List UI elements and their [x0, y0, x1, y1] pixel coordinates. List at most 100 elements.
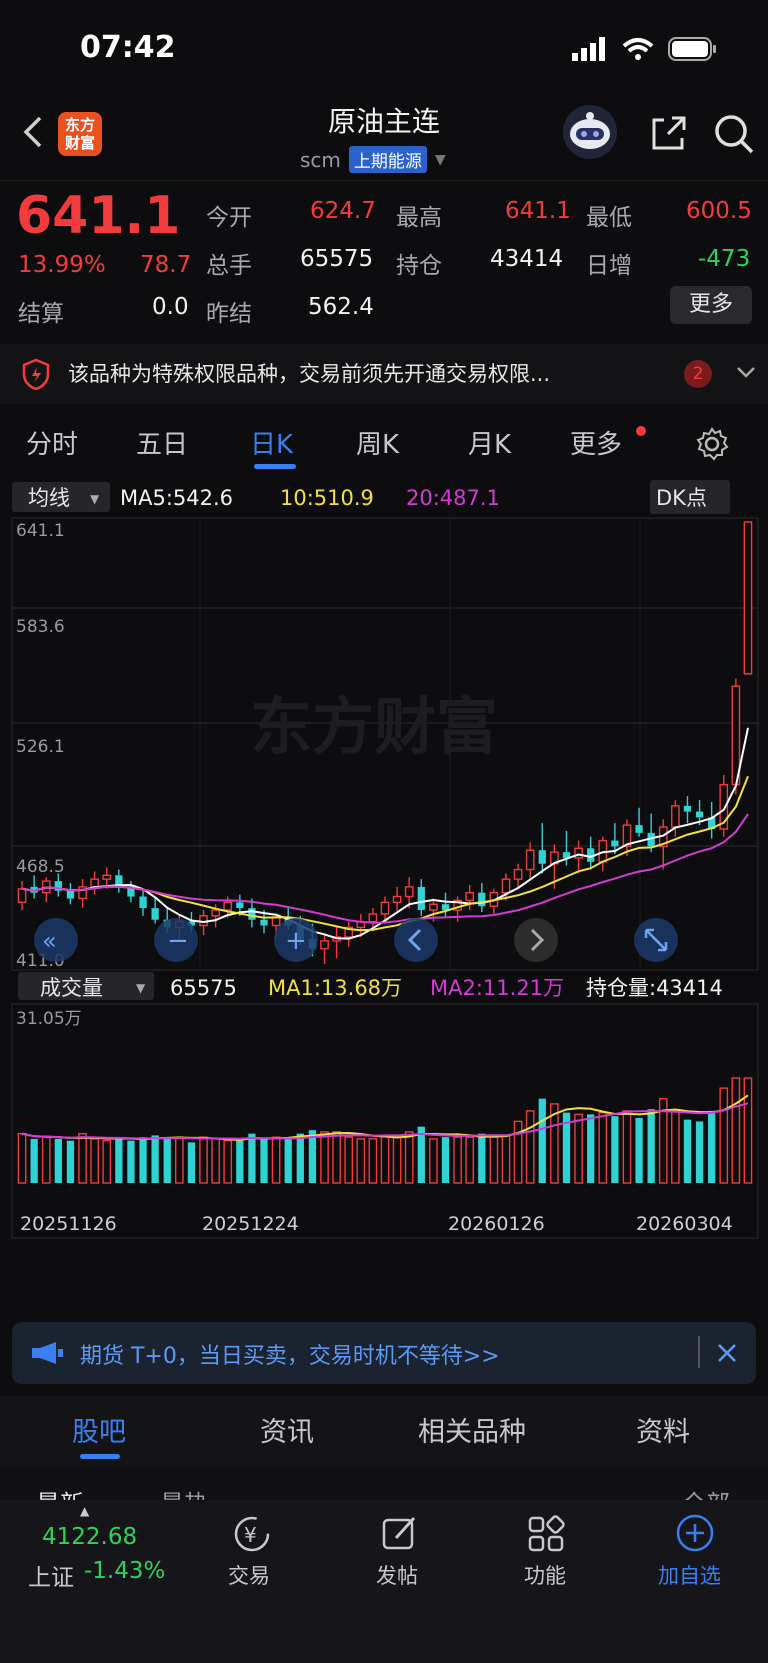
candle-body — [611, 840, 619, 847]
kline-chart[interactable]: 均线 ▼ MA5:542.6 10:510.9 20:487.1 DK点 东方财… — [0, 478, 768, 1308]
scroll-right-button[interactable] — [514, 918, 558, 962]
candle-body — [417, 886, 425, 911]
volume-bar — [574, 1113, 583, 1184]
tab-five-day[interactable]: 五日 — [136, 424, 188, 461]
candle-body — [695, 811, 704, 818]
volume-ma2-readout: MA2:11.21万 — [430, 976, 564, 1000]
dropdown-caret-icon: ▼ — [434, 151, 446, 168]
settle-value: 0.0 — [152, 294, 189, 320]
edit-post-icon[interactable] — [380, 1514, 420, 1554]
tab-news[interactable]: 资讯 — [260, 1410, 314, 1449]
scroll-left-button[interactable] — [394, 918, 438, 962]
signal-icon — [572, 37, 605, 61]
volume-bar — [236, 1140, 244, 1183]
tab-profile[interactable]: 资料 — [636, 1410, 690, 1449]
candle-body — [17, 888, 27, 904]
tab-daily-k[interactable]: 日K — [250, 424, 293, 461]
expand-caret-icon[interactable]: ▲ — [80, 1504, 89, 1518]
tab-monthly-k[interactable]: 月K — [468, 424, 511, 461]
trade-icon[interactable]: ¥ — [230, 1514, 274, 1554]
volume-bar — [115, 1138, 123, 1183]
share-icon[interactable] — [648, 114, 688, 154]
nav-functions[interactable]: 功能 — [524, 1560, 566, 1590]
tab-related[interactable]: 相关品种 — [418, 1410, 526, 1449]
volume-bar — [513, 1120, 523, 1184]
low-value: 600.5 — [686, 198, 752, 224]
tab-weekly-k[interactable]: 周K — [356, 424, 399, 461]
candle-body — [248, 908, 256, 920]
tab-intraday[interactable]: 分时 — [26, 424, 78, 461]
volume-bar — [223, 1139, 233, 1184]
volume-bar — [429, 1138, 438, 1184]
candle-body — [368, 913, 378, 923]
volume-bars-group — [17, 1077, 753, 1184]
apps-grid-icon[interactable] — [526, 1514, 566, 1554]
wifi-icon — [622, 38, 654, 60]
permission-notice[interactable]: 该品种为特殊权限品种，交易前须先开通交易权限... 2 — [0, 344, 768, 404]
tab-active-indicator — [254, 464, 296, 469]
add-watchlist-icon[interactable] — [674, 1512, 716, 1554]
price-axis-label: 468.5 — [16, 857, 65, 877]
forum-subtabs: 最新 最热 全部 — [0, 1466, 768, 1500]
oi-change-label: 日增 — [586, 253, 632, 279]
zoom-out-button[interactable]: − — [154, 918, 198, 962]
volume-bar — [17, 1132, 27, 1184]
svg-text:«: « — [42, 927, 57, 955]
volume-bar — [453, 1136, 462, 1184]
volume-bar — [441, 1137, 450, 1183]
open-label: 今开 — [206, 205, 252, 231]
price-axis-label: 641.1 — [16, 521, 65, 541]
candle-body — [223, 901, 233, 911]
subtab-all[interactable]: 全部 — [682, 1484, 730, 1500]
volume-bar — [635, 1117, 643, 1183]
zoom-in-button[interactable]: + — [274, 918, 318, 962]
scroll-left-fast-button[interactable]: « — [34, 918, 78, 962]
volume-bar — [260, 1138, 268, 1183]
ma-selector-label: 均线 — [28, 486, 70, 510]
volume-bar — [284, 1138, 292, 1183]
volume-bar — [127, 1140, 135, 1183]
nav-trade[interactable]: 交易 — [228, 1560, 270, 1590]
nav-post[interactable]: 发帖 — [376, 1560, 418, 1590]
shield-alert-icon — [22, 358, 50, 390]
candle-body — [392, 895, 402, 904]
more-button[interactable]: 更多 — [670, 286, 752, 324]
index-value[interactable]: 4122.68 — [42, 1524, 137, 1550]
tab-forum[interactable]: 股吧 — [72, 1410, 126, 1449]
candle-body — [671, 805, 680, 828]
low-label: 最低 — [586, 205, 632, 231]
volume-bar — [743, 1077, 753, 1184]
high-value: 641.1 — [505, 198, 571, 224]
volume-bar — [296, 1133, 304, 1183]
volume-bar — [271, 1136, 281, 1184]
volume-bar — [708, 1110, 716, 1183]
robot-assistant-icon[interactable] — [562, 104, 618, 160]
volume-bar — [54, 1138, 62, 1183]
info-tabs: 股吧 资讯 相关品种 资料 — [0, 1396, 768, 1466]
candle-body — [429, 903, 438, 911]
candle-body — [236, 902, 244, 909]
volume-bar — [344, 1136, 354, 1184]
subtab-hot[interactable]: 最热 — [160, 1484, 208, 1500]
volume-bar — [320, 1131, 329, 1184]
tab-more[interactable]: 更多 — [570, 424, 622, 461]
nav-add-watchlist[interactable]: 加自选 — [658, 1560, 721, 1590]
fullscreen-icon[interactable] — [634, 918, 678, 962]
candle-body — [501, 878, 511, 894]
search-icon[interactable] — [712, 112, 756, 156]
volume-bar — [78, 1132, 87, 1184]
volume-bar — [465, 1136, 475, 1184]
open-value: 624.7 — [310, 198, 376, 224]
settings-gear-icon[interactable] — [694, 426, 730, 462]
candle-body — [465, 891, 475, 902]
contract-subtitle[interactable]: scm 上期能源 ▼ — [300, 146, 446, 173]
prev-settle-value: 562.4 — [308, 294, 374, 320]
close-icon[interactable] — [716, 1342, 738, 1364]
promo-text: 期货 T+0，当日买卖，交易时机不等待>> — [80, 1344, 500, 1369]
price-axis-label: 526.1 — [16, 737, 65, 757]
subtab-latest[interactable]: 最新 — [36, 1484, 84, 1500]
bottom-nav: ▲ 4122.68 上证 -1.43% ¥ 交易 发帖 功能 加自选 — [0, 1500, 768, 1663]
chevron-down-icon[interactable] — [736, 366, 756, 380]
promo-banner[interactable]: 期货 T+0，当日买卖，交易时机不等待>> — [12, 1322, 756, 1384]
candle-body — [139, 896, 147, 909]
